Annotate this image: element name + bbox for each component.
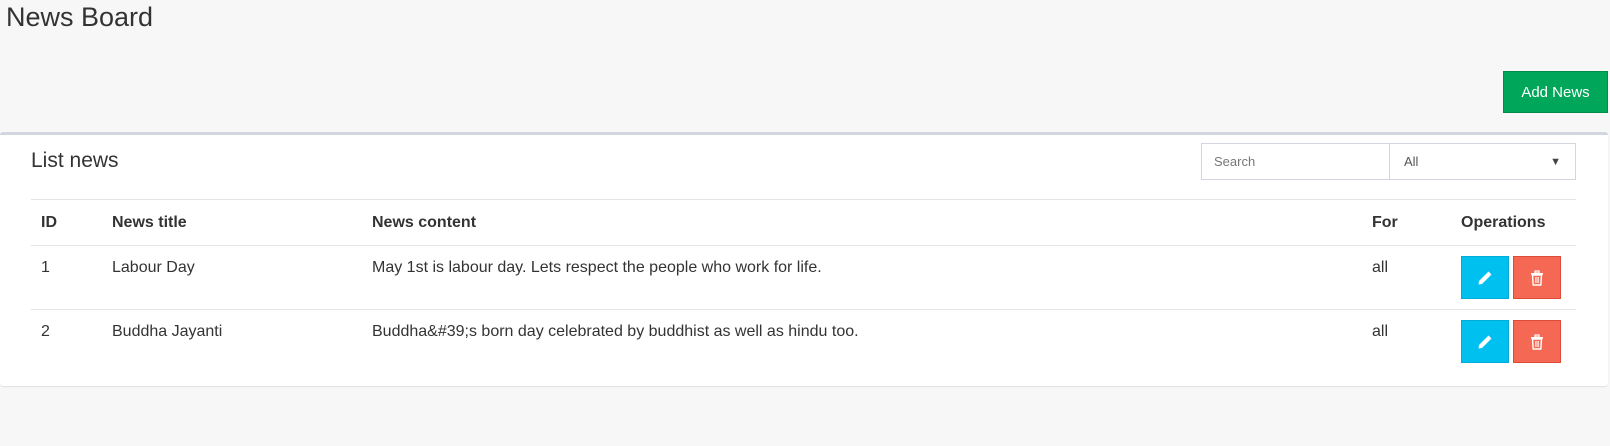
delete-button[interactable] (1513, 256, 1561, 299)
cell-id: 1 (41, 259, 50, 276)
audience-filter-select[interactable]: All ▼ (1389, 143, 1576, 180)
trash-icon (1531, 333, 1543, 350)
cell-for: all (1372, 259, 1389, 276)
search-input[interactable] (1201, 143, 1390, 180)
page-title: News Board (6, 2, 154, 32)
header-news-title: News title (112, 213, 187, 231)
news-table: ID News title News content For Operation… (31, 199, 1576, 373)
cell-operations (1451, 256, 1576, 299)
table-header-row: ID News title News content For Operation… (31, 199, 1576, 245)
cell-news-title: Buddha Jayanti (112, 323, 223, 340)
header-news-content: News content (372, 213, 477, 231)
pencil-icon (1478, 271, 1492, 284)
header-for: For (1372, 213, 1398, 231)
cell-operations (1451, 320, 1576, 363)
box-title: List news (31, 149, 119, 172)
table-row: 2 Buddha Jayanti Buddha&#39;s born day c… (31, 309, 1576, 373)
header-operations: Operations (1461, 213, 1546, 231)
table-row: 1 Labour Day May 1st is labour day. Lets… (31, 245, 1576, 309)
cell-for: all (1372, 323, 1389, 340)
header-id: ID (41, 213, 57, 231)
edit-button[interactable] (1461, 256, 1509, 299)
edit-button[interactable] (1461, 320, 1509, 363)
delete-button[interactable] (1513, 320, 1561, 363)
cell-news-content: Buddha&#39;s born day celebrated by budd… (372, 323, 859, 340)
caret-down-icon: ▼ (1550, 155, 1561, 168)
trash-icon (1531, 269, 1543, 286)
cell-news-title: Labour Day (112, 259, 195, 276)
cell-news-content: May 1st is labour day. Lets respect the … (372, 259, 822, 276)
add-news-button[interactable]: Add News (1503, 71, 1608, 113)
pencil-icon (1478, 335, 1492, 348)
news-list-box: List news All ▼ ID News title News conte… (0, 132, 1608, 386)
cell-id: 2 (41, 323, 50, 340)
filter-selected-value: All (1404, 154, 1419, 169)
